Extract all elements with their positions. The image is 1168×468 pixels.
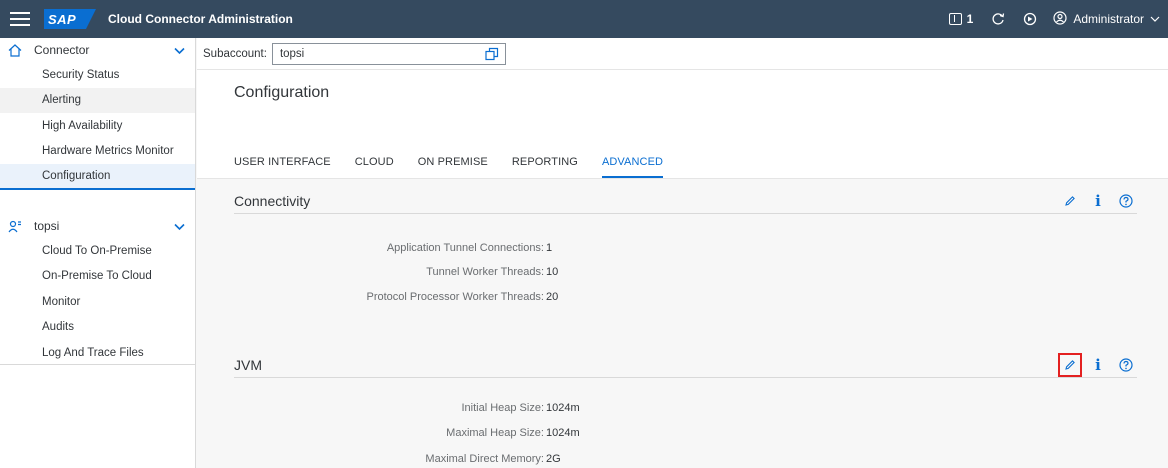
subaccount-field[interactable]: topsi [271, 42, 506, 65]
jvm-section: JVM i Initial Heap Size: 1024m Maximal H… [234, 352, 1137, 465]
sidebar-item-audits[interactable]: Audits [0, 315, 195, 341]
main-content: Subaccount: topsi Configuration USER INT… [197, 38, 1168, 468]
jvm-header: JVM i [234, 352, 1137, 378]
sidebar-item-high-availability[interactable]: High Availability [0, 113, 195, 139]
edit-icon[interactable] [1058, 353, 1082, 377]
tab-reporting[interactable]: REPORTING [512, 156, 578, 178]
notification-button[interactable]: 1 [948, 12, 974, 26]
tab-advanced[interactable]: ADVANCED [601, 156, 664, 178]
subaccount-value: topsi [279, 47, 305, 60]
help-icon[interactable] [1115, 354, 1137, 376]
sidebar: Connector Security Status Alerting High … [0, 38, 196, 468]
sidebar-item-security-status[interactable]: Security Status [0, 62, 195, 88]
connector-group: Connector Security Status Alerting High … [0, 38, 195, 190]
kv-value: 2G [546, 453, 561, 465]
subaccount-group-header[interactable]: topsi [0, 214, 195, 238]
user-icon [1053, 10, 1067, 28]
kv-key: Tunnel Worker Threads: [426, 266, 544, 278]
page-header: Configuration USER INTERFACE CLOUD ON PR… [197, 70, 1168, 179]
kv-value: 10 [546, 266, 559, 278]
edit-icon[interactable] [1059, 190, 1081, 212]
sap-logo: SAP [44, 9, 96, 29]
kv-row: Application Tunnel Connections: 1 [234, 242, 552, 254]
shell-bar: SAP Cloud Connector Administration 1 Adm… [0, 0, 1168, 38]
kv-key: Protocol Processor Worker Threads: [366, 291, 545, 303]
tab-bar: USER INTERFACE CLOUD ON PREMISE REPORTIN… [234, 156, 687, 178]
subaccount-group-label: topsi [34, 219, 60, 233]
home-icon [8, 43, 22, 57]
sidebar-item-log-and-trace-files[interactable]: Log And Trace Files [0, 340, 195, 366]
kv-value: 1024m [546, 427, 580, 439]
kv-row: Initial Heap Size: 1024m [234, 402, 579, 414]
menu-icon[interactable] [10, 12, 30, 26]
subaccount-group: topsi Cloud To On-Premise On-Premise To … [0, 214, 195, 365]
sidebar-item-configuration[interactable]: Configuration [0, 164, 195, 190]
jvm-title: JVM [234, 356, 262, 373]
notification-count: 1 [966, 12, 974, 26]
chevron-down-icon [1150, 12, 1160, 26]
kv-key: Application Tunnel Connections: [386, 242, 544, 254]
sync-icon[interactable] [1021, 10, 1039, 28]
connector-group-label: Connector [34, 43, 90, 57]
sidebar-item-alerting[interactable]: Alerting [0, 87, 195, 113]
kv-key: Initial Heap Size: [461, 402, 544, 414]
page-title: Configuration [234, 84, 330, 101]
kv-row: Maximal Direct Memory: 2G [234, 453, 560, 465]
copy-icon[interactable] [485, 47, 499, 64]
chevron-down-icon[interactable] [174, 44, 185, 58]
connectivity-header: Connectivity i [234, 188, 1137, 214]
connectivity-title: Connectivity [234, 192, 311, 209]
chevron-down-icon[interactable] [174, 220, 185, 234]
connectivity-section: Connectivity i Application Tunnel Connec… [234, 188, 1137, 303]
kv-value: 1024m [546, 402, 580, 414]
user-name: Administrator [1073, 12, 1144, 26]
kv-key: Maximal Direct Memory: [425, 453, 544, 465]
sidebar-item-hardware-metrics-monitor[interactable]: Hardware Metrics Monitor [0, 139, 195, 165]
kv-key: Maximal Heap Size: [446, 427, 544, 439]
sidebar-item-cloud-to-on-premise[interactable]: Cloud To On-Premise [0, 238, 195, 264]
tab-user-interface[interactable]: USER INTERFACE [234, 156, 331, 178]
user-menu[interactable]: Administrator [1053, 10, 1160, 28]
info-icon[interactable]: i [1087, 354, 1109, 376]
user-group-icon [8, 219, 22, 233]
refresh-icon[interactable] [989, 10, 1007, 28]
sidebar-item-on-premise-to-cloud[interactable]: On-Premise To Cloud [0, 264, 195, 290]
connector-group-header[interactable]: Connector [0, 38, 195, 62]
info-icon[interactable]: i [1087, 190, 1109, 212]
kv-value: 20 [546, 291, 559, 303]
tab-on-premise[interactable]: ON PREMISE [418, 156, 488, 178]
help-icon[interactable] [1115, 190, 1137, 212]
kv-value: 1 [546, 242, 553, 254]
notification-icon [948, 13, 962, 25]
kv-row: Maximal Heap Size: 1024m [234, 427, 579, 439]
tab-cloud[interactable]: CLOUD [355, 156, 394, 178]
sidebar-item-monitor[interactable]: Monitor [0, 289, 195, 315]
kv-row: Tunnel Worker Threads: 10 [234, 266, 558, 278]
kv-row: Protocol Processor Worker Threads: 20 [234, 291, 559, 303]
subaccount-label: Subaccount: [203, 47, 267, 60]
app-title: Cloud Connector Administration [108, 12, 293, 26]
subaccount-bar: Subaccount: topsi [197, 38, 1168, 70]
